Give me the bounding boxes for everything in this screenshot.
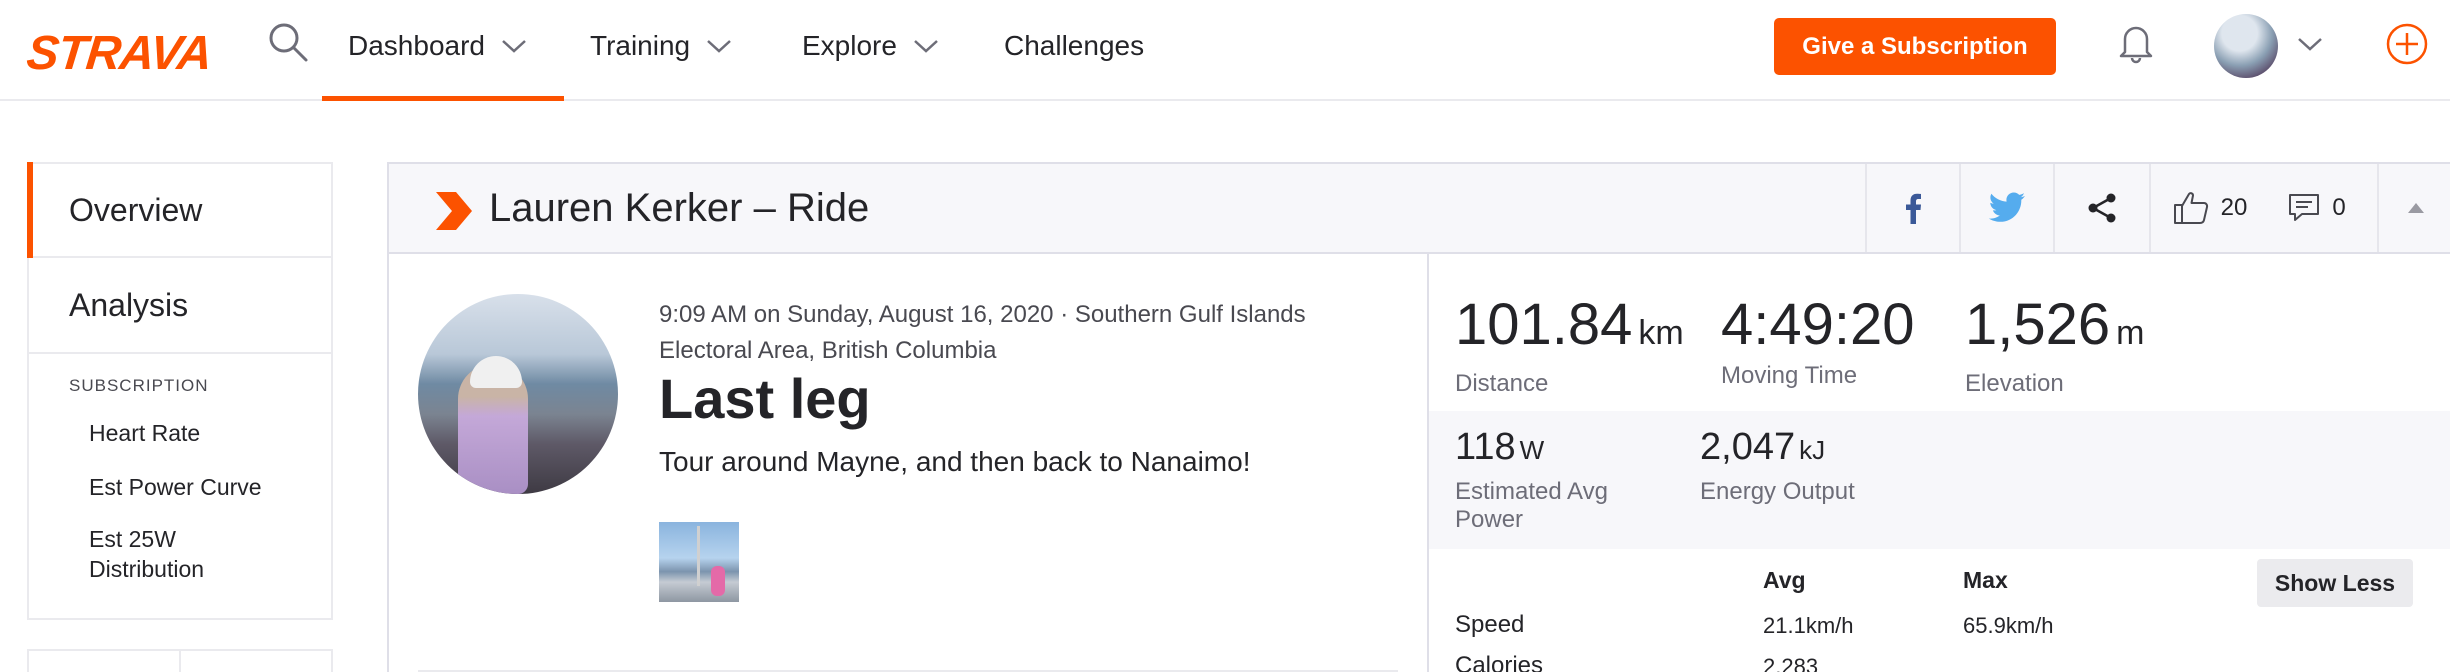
column-max-header: Max bbox=[1963, 567, 2008, 593]
stat-distance: 101.84 km Distance bbox=[1455, 294, 1684, 398]
activity-sidebar: Overview Analysis SUBSCRIPTION Heart Rat… bbox=[27, 162, 333, 620]
stat-power-value: 118 bbox=[1455, 426, 1516, 468]
share-twitter-button[interactable] bbox=[1959, 164, 2053, 252]
row-speed-max: 65.9km/h bbox=[1963, 613, 2054, 638]
athlete-avatar[interactable] bbox=[418, 294, 618, 494]
nav-explore-label: Explore bbox=[802, 30, 897, 61]
stat-energy-unit: kJ bbox=[1799, 435, 1826, 465]
photo-pole-figure bbox=[697, 526, 700, 586]
activity-owner-title: Lauren Kerker – Ride bbox=[489, 186, 870, 230]
subscription-section-title: SUBSCRIPTION bbox=[69, 376, 209, 395]
chevron-down-icon[interactable] bbox=[2296, 34, 2324, 54]
sidebar-item-est-power-curve[interactable]: Est Power Curve bbox=[69, 472, 331, 502]
stat-power: 118 W Estimated Avg Power bbox=[1455, 425, 1655, 534]
stat-power-label: Estimated Avg Power bbox=[1455, 478, 1608, 533]
activity-stats-panel: 101.84 km Distance 4:49:20 Moving Time 1,… bbox=[1427, 254, 2450, 672]
nav-dashboard-label: Dashboard bbox=[348, 30, 485, 61]
top-navigation: STRAVA Dashboard Training Explore Challe… bbox=[0, 0, 2450, 101]
activity-description: Tour around Mayne, and then back to Nana… bbox=[659, 446, 1251, 477]
chevron-down-icon bbox=[914, 40, 938, 53]
nav-challenges[interactable]: Challenges bbox=[1004, 28, 1144, 64]
tab-overview-label: Overview bbox=[69, 191, 203, 228]
activity-datetime-location: 9:09 AM on Sunday, August 16, 2020 · Sou… bbox=[659, 301, 1306, 364]
stat-energy: 2,047 kJ Energy Output bbox=[1700, 425, 1855, 506]
twitter-icon bbox=[1988, 192, 2025, 222]
kudos-count: 20 bbox=[2220, 194, 2248, 221]
activity-card: Lauren Kerker – Ride 20 0 9:09 AM on Sun… bbox=[387, 162, 2450, 672]
sidebar-item-est-25w-distribution[interactable]: Est 25W Distribution bbox=[69, 524, 269, 584]
row-speed-label: Speed bbox=[1455, 611, 1525, 638]
sidebar-item-heart-rate[interactable]: Heart Rate bbox=[69, 418, 331, 448]
stat-energy-label: Energy Output bbox=[1700, 478, 1855, 505]
kudos-button[interactable]: 20 bbox=[2149, 164, 2269, 252]
user-avatar[interactable] bbox=[2214, 14, 2278, 78]
bell-icon[interactable] bbox=[2117, 20, 2155, 64]
search-icon[interactable] bbox=[266, 20, 310, 64]
comment-count: 0 bbox=[2332, 194, 2346, 221]
secondary-stats-band: 118 W Estimated Avg Power 2,047 kJ Energy … bbox=[1429, 411, 2450, 549]
comments-button[interactable]: 0 bbox=[2269, 164, 2365, 252]
share-button[interactable] bbox=[2053, 164, 2149, 252]
tab-overview[interactable]: Overview bbox=[27, 162, 333, 258]
chevron-down-icon bbox=[502, 40, 526, 53]
stat-elevation-label: Elevation bbox=[1965, 370, 2064, 397]
collapse-button[interactable] bbox=[2377, 164, 2450, 252]
tab-analysis[interactable]: Analysis bbox=[27, 258, 333, 354]
stat-elevation-value: 1,526 bbox=[1965, 292, 2111, 357]
photo-person-figure bbox=[711, 566, 725, 596]
row-speed-avg: 21.1km/h bbox=[1763, 613, 1854, 638]
comment-icon bbox=[2289, 194, 2320, 221]
tab-analysis-label: Analysis bbox=[69, 286, 189, 323]
activity-name: Last leg bbox=[659, 367, 871, 430]
subscription-section: SUBSCRIPTION Heart Rate Est Power Curve … bbox=[27, 354, 333, 620]
thumbs-up-icon bbox=[2173, 192, 2208, 224]
stat-power-unit: W bbox=[1519, 435, 1545, 465]
upload-plus-icon[interactable] bbox=[2385, 22, 2429, 66]
row-calories-label: Calories bbox=[1455, 652, 1544, 672]
stat-energy-value: 2,047 bbox=[1700, 426, 1796, 468]
stat-distance-label: Distance bbox=[1455, 370, 1549, 397]
stat-moving-time-label: Moving Time bbox=[1721, 362, 1858, 389]
row-calories-avg: 2,283 bbox=[1763, 654, 1819, 672]
nav-challenges-label: Challenges bbox=[1004, 30, 1145, 61]
stat-distance-value: 101.84 bbox=[1455, 292, 1633, 357]
stat-moving-time-value: 4:49:20 bbox=[1721, 292, 1915, 357]
sidebar-more-tabs[interactable] bbox=[27, 649, 333, 672]
stat-distance-unit: km bbox=[1638, 314, 1684, 352]
column-avg-header: Avg bbox=[1763, 567, 1806, 593]
avatar-hat-figure bbox=[470, 356, 522, 388]
show-less-button[interactable]: Show Less bbox=[2257, 559, 2413, 607]
nav-explore[interactable]: Explore bbox=[802, 28, 941, 64]
stat-elevation-unit: m bbox=[2116, 314, 2145, 352]
nav-training[interactable]: Training bbox=[590, 28, 734, 64]
facebook-icon bbox=[1906, 193, 1921, 224]
ride-chevron-icon bbox=[436, 192, 472, 230]
nav-dashboard[interactable]: Dashboard bbox=[348, 28, 529, 64]
nav-training-label: Training bbox=[590, 30, 691, 61]
caret-up-icon bbox=[2407, 203, 2424, 213]
activity-card-header: Lauren Kerker – Ride 20 0 bbox=[389, 164, 2450, 254]
strava-logo[interactable]: STRAVA bbox=[24, 26, 214, 81]
stat-moving-time: 4:49:20 Moving Time bbox=[1721, 294, 1915, 390]
share-facebook-button[interactable] bbox=[1865, 164, 1959, 252]
chevron-down-icon bbox=[707, 40, 731, 53]
activity-photo-thumbnail[interactable] bbox=[659, 522, 739, 602]
nav-active-indicator bbox=[322, 96, 564, 101]
share-icon bbox=[2088, 193, 2116, 223]
give-subscription-button[interactable]: Give a Subscription bbox=[1774, 18, 2056, 75]
stat-elevation: 1,526 m Elevation bbox=[1965, 294, 2144, 398]
